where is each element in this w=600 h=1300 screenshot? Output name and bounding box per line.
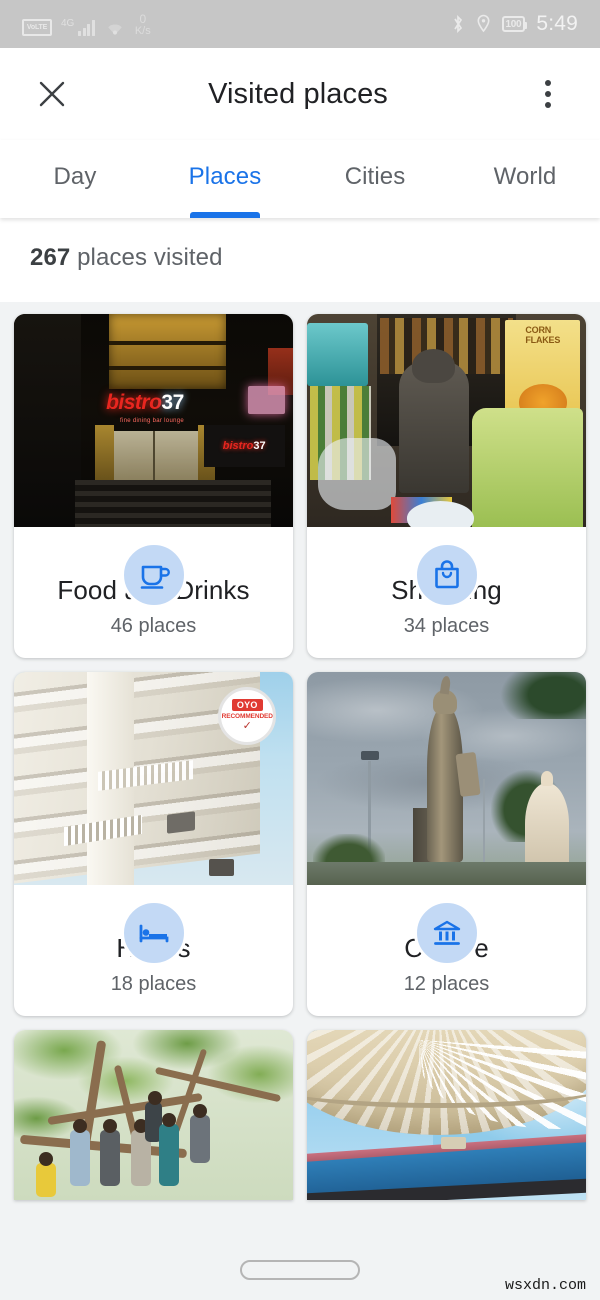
battery-level-label: 100 — [505, 18, 522, 30]
tab-world[interactable]: World — [450, 140, 600, 218]
wifi-icon — [104, 19, 126, 36]
category-photo-shopping: CORN FLAKES — [307, 314, 586, 527]
category-count: 12 places — [403, 973, 490, 995]
photo-sign-subtitle: fine dining bar lounge — [120, 418, 184, 425]
category-photo-hotels: OYO RECOMMENDED ✓ — [14, 672, 293, 885]
places-visited-count: 267 — [30, 244, 71, 271]
photo-sign-secondary: bistro 37 — [203, 424, 285, 468]
bluetooth-icon — [453, 14, 462, 34]
page-title: Visited places — [208, 77, 388, 110]
more-vert-icon — [545, 80, 551, 108]
categories-grid: bistro37 fine dining bar lounge bistro 37 — [14, 314, 586, 1016]
location-pin-icon — [477, 14, 490, 33]
status-bar: VoLTE 4G 0 K/s 100 5:49 — [0, 0, 600, 48]
category-count: 46 places — [110, 615, 197, 637]
app-bar: Visited places — [0, 48, 600, 140]
category-card-partial-right[interactable] — [307, 1030, 586, 1200]
category-photo-partial-right — [307, 1030, 586, 1200]
signal-bars-icon — [78, 19, 95, 37]
close-button[interactable] — [26, 68, 78, 120]
category-body-food-and-drinks: Food and Drinks 46 places — [14, 542, 293, 658]
network-speed-value: 0 — [139, 11, 147, 26]
network-speed-unit: K/s — [134, 24, 151, 37]
home-indicator-pill[interactable] — [240, 1260, 360, 1280]
status-bar-clock: 5:49 — [536, 12, 578, 35]
category-photo-partial-left — [14, 1030, 293, 1200]
tab-day[interactable]: Day — [0, 140, 150, 218]
museum-icon — [413, 900, 480, 966]
category-photo-culture — [307, 672, 586, 885]
category-card-food-and-drinks[interactable]: bistro37 fine dining bar lounge bistro 37 — [14, 314, 293, 658]
status-bar-right: 100 5:49 — [451, 12, 578, 36]
category-card-shopping[interactable]: CORNFLAKES Shopping 34 plac — [307, 314, 586, 658]
network-type-label: 4G — [61, 18, 75, 30]
network-speed: 0 K/s — [135, 13, 151, 37]
tab-bar: Day Places Cities World — [0, 140, 600, 218]
oyo-recommended-label: RECOMMENDED — [221, 713, 273, 721]
category-count: 34 places — [403, 615, 490, 637]
category-card-culture[interactable]: Culture 12 places — [307, 672, 586, 1016]
photo-sign-bistro: bistro37 — [106, 390, 184, 414]
close-icon — [39, 81, 65, 107]
overflow-menu-button[interactable] — [522, 68, 574, 120]
category-body-culture: Culture 12 places — [307, 900, 586, 1016]
shopping-bag-icon — [413, 542, 480, 608]
oyo-brand-label: OYO — [231, 699, 263, 712]
category-card-partial-left[interactable] — [14, 1030, 293, 1200]
tab-cities[interactable]: Cities — [300, 140, 450, 218]
tab-places[interactable]: Places — [150, 140, 300, 218]
categories-grid-partial-row — [14, 1030, 586, 1200]
check-icon: ✓ — [242, 720, 252, 733]
status-bar-left: VoLTE 4G 0 K/s — [22, 12, 151, 36]
watermark: wsxdn.com — [504, 1277, 586, 1294]
category-count: 18 places — [110, 973, 197, 995]
places-visited-summary: 267 places visited — [0, 218, 600, 302]
category-body-shopping: Shopping 34 places — [307, 542, 586, 658]
categories-scroll-area[interactable]: bistro37 fine dining bar lounge bistro 37 — [0, 302, 600, 1200]
category-card-hotels[interactable]: OYO RECOMMENDED ✓ Hotels 18 places — [14, 672, 293, 1016]
volte-icon: VoLTE — [22, 19, 52, 37]
coffee-cup-icon — [120, 542, 187, 608]
battery-icon: 100 — [501, 16, 528, 32]
category-body-hotels: Hotels 18 places — [14, 900, 293, 1016]
category-photo-food-and-drinks: bistro37 fine dining bar lounge bistro 37 — [14, 314, 293, 527]
hotel-bed-icon — [120, 900, 187, 966]
oyo-recommended-badge: OYO RECOMMENDED ✓ — [218, 686, 277, 745]
photo-sign-number: 37 — [161, 390, 184, 414]
places-visited-label: places visited — [70, 244, 223, 271]
